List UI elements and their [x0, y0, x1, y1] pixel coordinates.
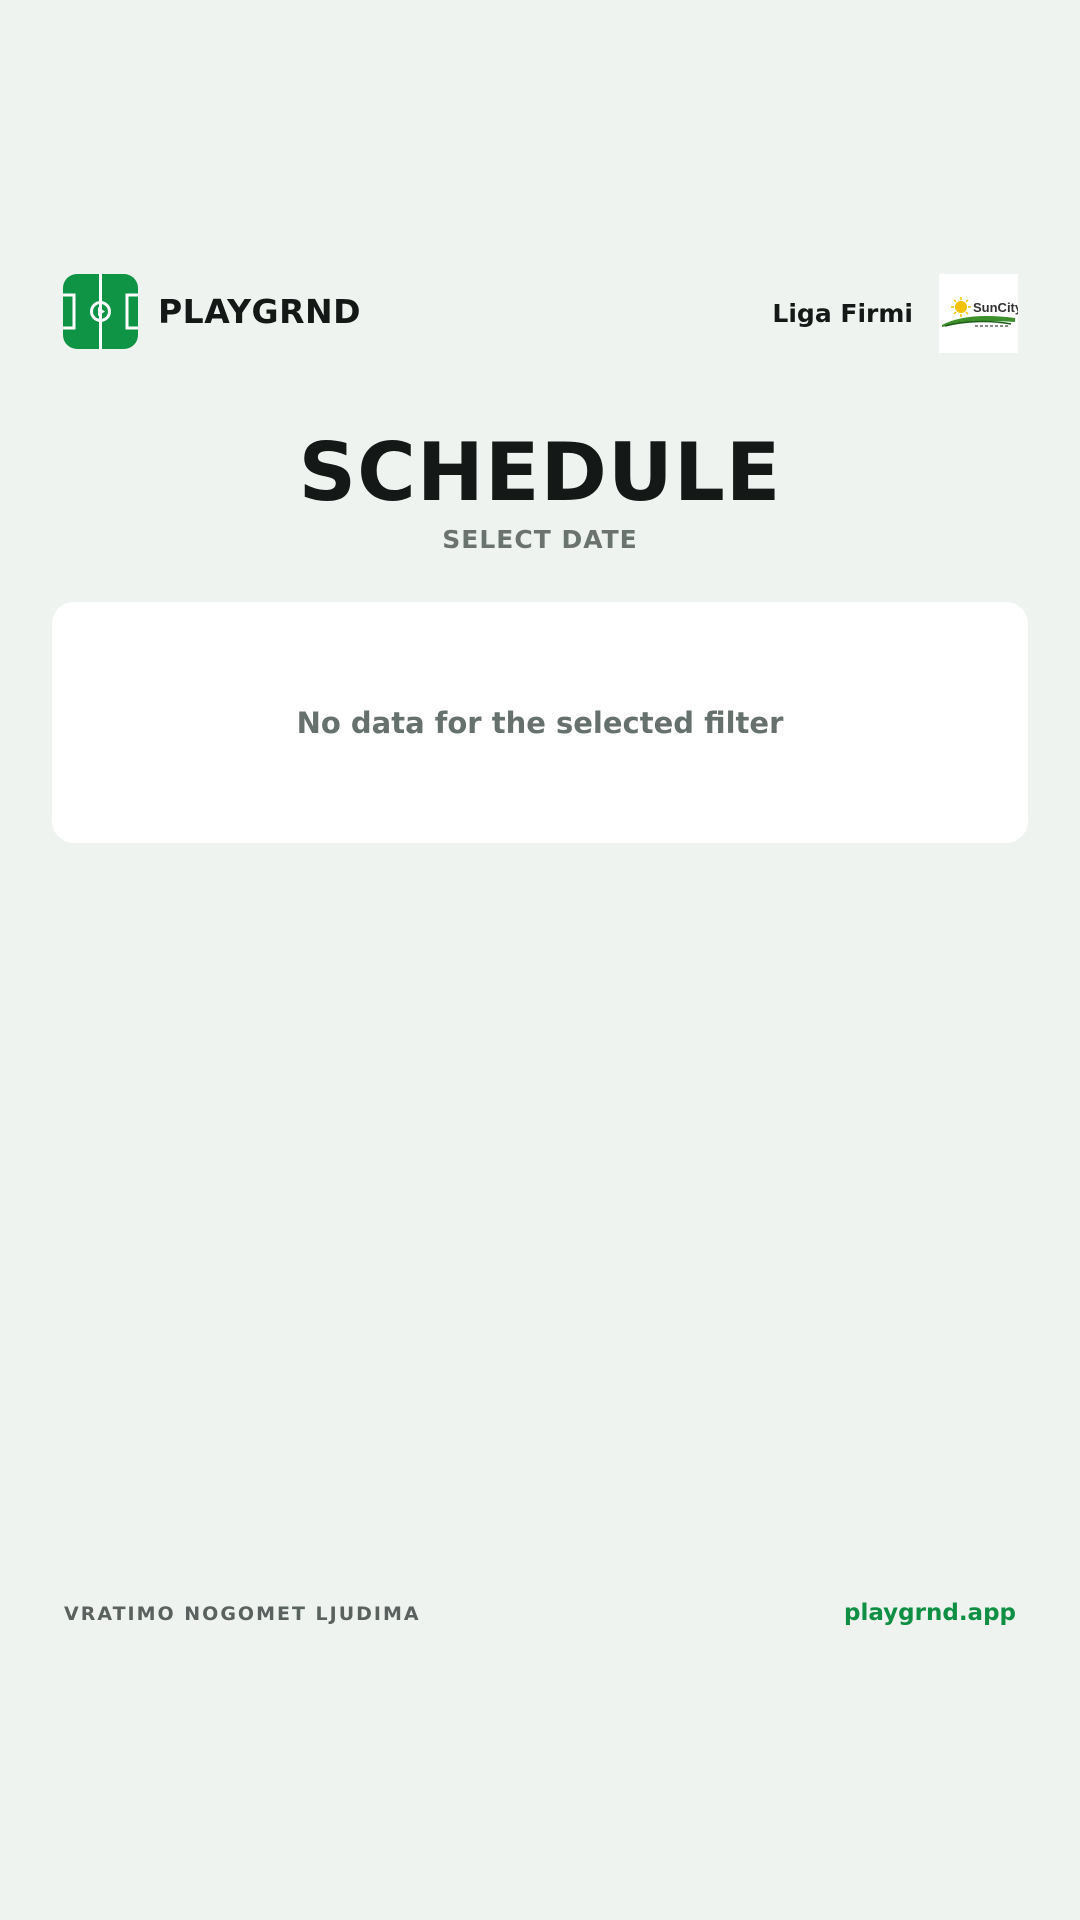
header: PLAYGRND Liga Firmi SunCity: [63, 274, 1018, 354]
league-info: Liga Firmi SunCity: [772, 274, 1018, 353]
page-title: SCHEDULE: [298, 426, 782, 519]
football-pitch-icon: [63, 274, 138, 349]
league-name: Liga Firmi: [772, 299, 913, 328]
sun-icon: [951, 297, 971, 317]
brand[interactable]: PLAYGRND: [63, 274, 361, 349]
sponsor-logo: SunCity: [939, 274, 1018, 353]
brand-name: PLAYGRND: [158, 292, 361, 331]
footer-link[interactable]: playgrnd.app: [844, 1600, 1016, 1626]
schedule-card: No data for the selected filter: [52, 602, 1028, 843]
empty-state-message: No data for the selected filter: [296, 705, 784, 740]
footer-tagline: VRATIMO NOGOMET LJUDIMA: [64, 1603, 421, 1625]
svg-text:SunCity: SunCity: [973, 300, 1018, 315]
select-date-label[interactable]: SELECT DATE: [0, 525, 1080, 554]
